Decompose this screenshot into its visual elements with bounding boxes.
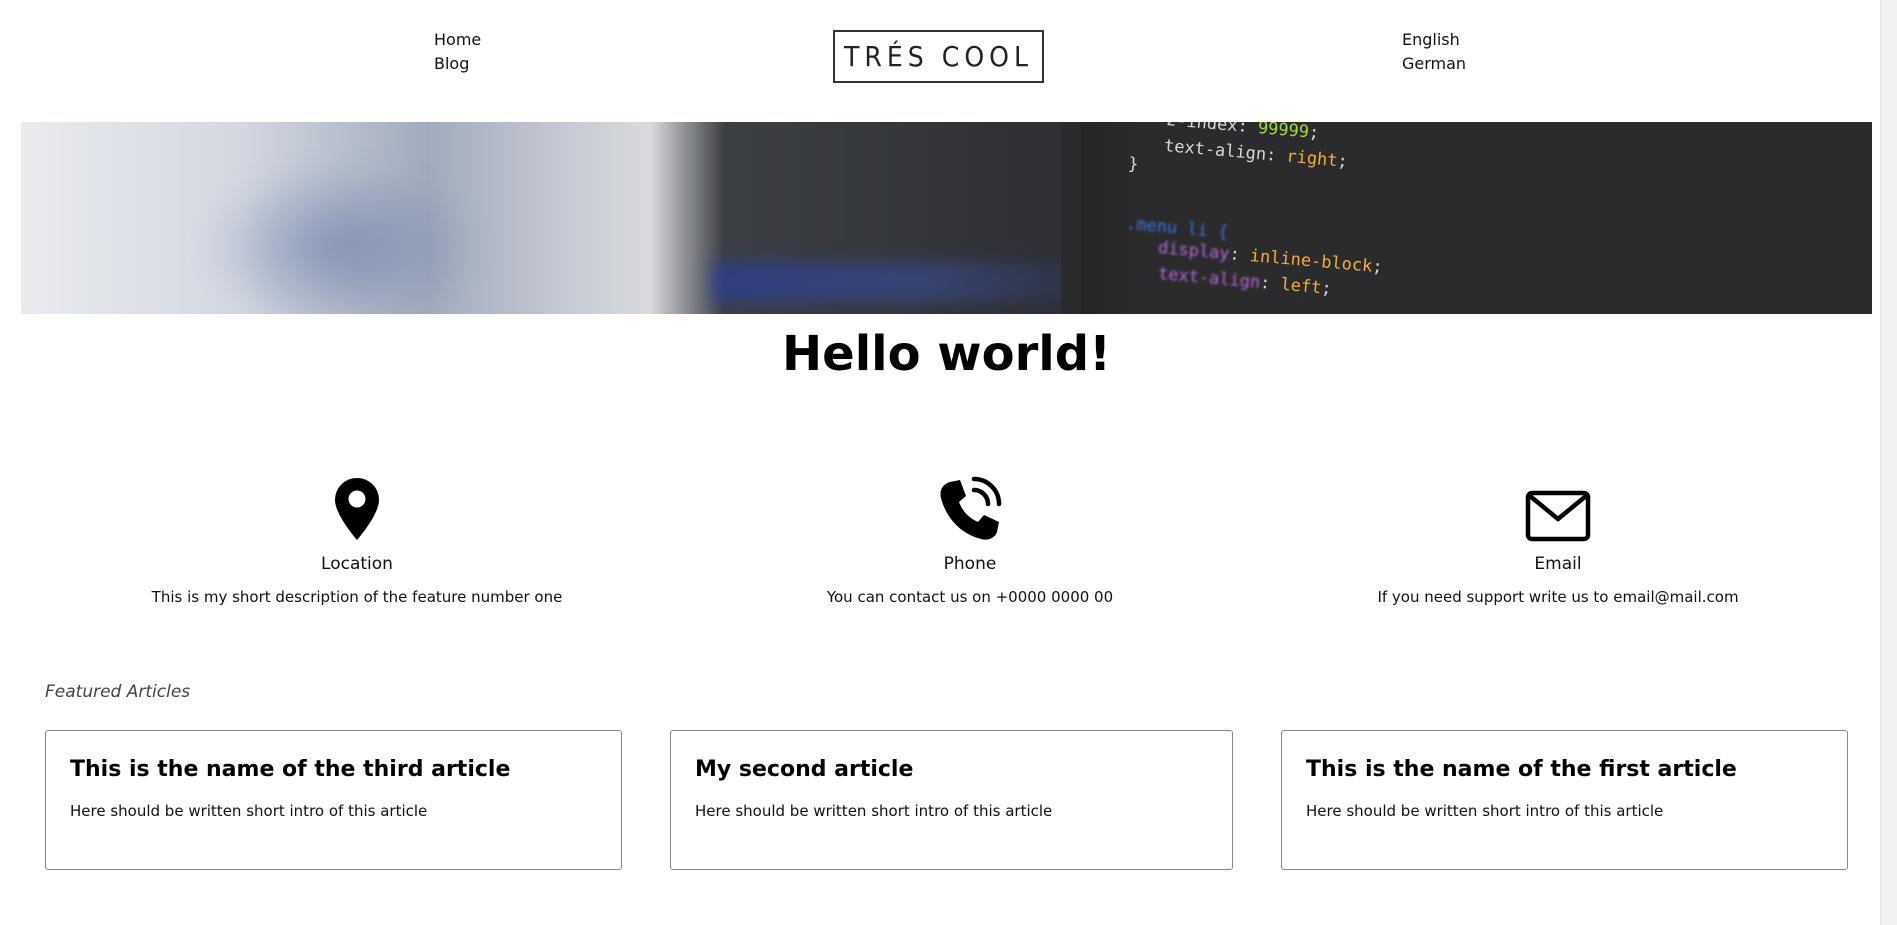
feature-phone: Phone You can contact us on +0000 0000 0…: [720, 472, 1220, 606]
feature-email: Email If you need support write us to em…: [1308, 472, 1808, 606]
hero-code-line-3: }: [1127, 154, 1140, 175]
article-intro: Here should be written short intro of th…: [70, 802, 428, 820]
article-intro: Here should be written short intro of th…: [695, 802, 1053, 820]
primary-nav: Home Blog: [434, 28, 481, 76]
article-title[interactable]: My second article: [695, 757, 1208, 782]
hero-laptop-blur: [201, 162, 481, 314]
article-title[interactable]: This is the name of the third article: [70, 757, 597, 782]
feature-location: Location This is my short description of…: [107, 472, 607, 606]
feature-title: Email: [1534, 554, 1582, 574]
feature-description: You can contact us on +0000 0000 00: [826, 588, 1114, 606]
feature-description: If you need support write us to email@ma…: [1377, 588, 1739, 606]
article-card-second[interactable]: My second article Here should be written…: [670, 730, 1233, 870]
envelope-icon: [1525, 490, 1591, 542]
nav-link-home[interactable]: Home: [434, 28, 481, 52]
article-title[interactable]: This is the name of the first article: [1306, 757, 1823, 782]
phone-icon: [940, 476, 1002, 540]
feature-title: Location: [321, 554, 393, 574]
featured-articles-label: Featured Articles: [45, 682, 191, 702]
vertical-scrollbar[interactable]: [1880, 0, 1897, 925]
hero-banner-image: z-index: 99999; text-align: right; } .me…: [21, 122, 1872, 314]
page-title: Hello world!: [781, 326, 1111, 382]
site-logo[interactable]: TRÉS COOL: [833, 30, 1044, 83]
article-intro: Here should be written short intro of th…: [1306, 802, 1664, 820]
map-pin-icon: [335, 478, 379, 540]
article-card-first[interactable]: This is the name of the first article He…: [1281, 730, 1848, 870]
language-nav: English German: [1402, 28, 1466, 76]
feature-title: Phone: [943, 554, 997, 574]
language-link-german[interactable]: German: [1402, 52, 1466, 76]
language-link-english[interactable]: English: [1402, 28, 1466, 52]
article-card-third[interactable]: This is the name of the third article He…: [45, 730, 622, 870]
feature-description: This is my short description of the feat…: [151, 588, 563, 606]
nav-link-blog[interactable]: Blog: [434, 52, 481, 76]
